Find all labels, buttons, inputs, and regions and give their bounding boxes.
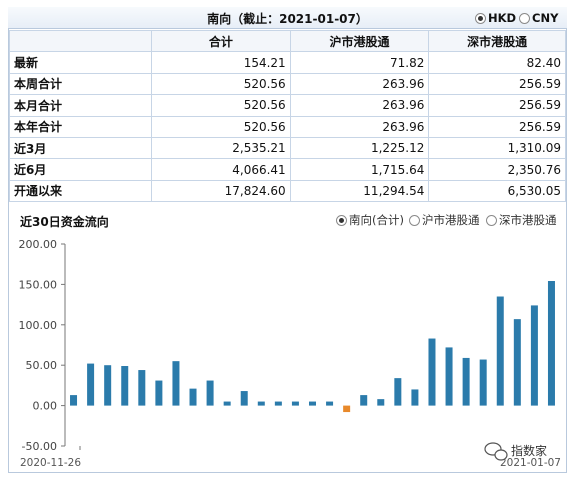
chart-bar [530, 305, 538, 406]
chart-bar [104, 365, 112, 406]
chart-bar [360, 395, 368, 406]
y-tick-label: 50.00 [26, 359, 58, 372]
chart-bar [155, 380, 163, 406]
chart-bar [411, 389, 419, 406]
chart-bar [394, 378, 402, 406]
wechat-icon-bubble [494, 449, 508, 461]
chart-bar [309, 401, 316, 406]
chart-bar [274, 401, 282, 406]
chart-bar [496, 296, 504, 406]
chart-bar [206, 380, 214, 406]
chart-bar [479, 359, 487, 406]
chart-bar [377, 399, 385, 406]
y-tick-label: 100.00 [19, 319, 58, 332]
y-tick-label: -50.00 [22, 440, 57, 453]
fund-flow-chart: 200.00 150.00 100.00 50.00 0.00 -50.00 2020-11… [19, 238, 562, 469]
x-tick-label-start: 2020-11-26 [20, 457, 81, 469]
chart-bar [445, 347, 453, 406]
chart-bar [326, 401, 334, 406]
chart-bar [138, 370, 146, 406]
chart-bar [240, 391, 248, 406]
chart-bar [87, 363, 95, 406]
chart-bar [428, 338, 436, 406]
y-tick-label: 200.00 [19, 238, 58, 251]
y-tick-label: 0.00 [33, 400, 58, 413]
x-tick-label-end: 2021-01-07 [500, 457, 561, 469]
watermark-text: 指数家 [511, 443, 547, 458]
chart-bar [172, 361, 180, 406]
chart-bar [257, 401, 265, 406]
chart-bar [291, 401, 299, 406]
chart-bar [462, 357, 470, 406]
chart-bar [547, 281, 555, 406]
y-tick-label: 150.00 [19, 278, 58, 291]
chart-bar [513, 319, 521, 406]
chart-bar [343, 405, 351, 413]
chart-bar [70, 395, 78, 406]
chart-bar [121, 366, 129, 406]
chart-bar [189, 388, 197, 406]
chart-bar [223, 401, 231, 406]
